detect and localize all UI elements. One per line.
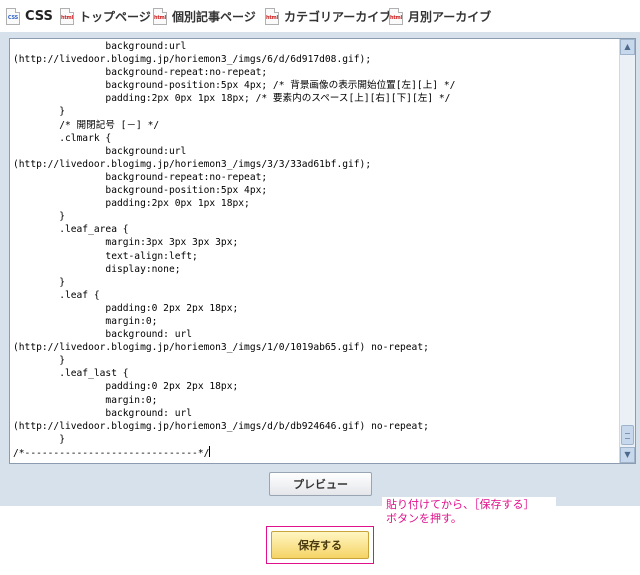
text-cursor: [209, 445, 211, 457]
code-line: background-repeat:no-repeat;: [13, 67, 268, 79]
html-file-icon: html: [389, 7, 403, 25]
tab-article-page[interactable]: html 個別記事ページ: [153, 6, 256, 26]
code-line: padding:2px 0px 1px 18px;: [13, 198, 250, 210]
instruction-line-2: ボタンを押す。: [386, 512, 462, 525]
code-line: (http://livedoor.blogimg.jp/horiemon3_/i…: [13, 54, 372, 66]
code-line: .leaf {: [13, 289, 100, 301]
tab-top-page-label: トップページ: [79, 9, 151, 24]
code-line: background:url: [13, 145, 187, 157]
editor-tab-bar: CSS CSS html トップページ html 個別記事ページ html カテ…: [0, 0, 640, 32]
editor-scrollbar[interactable]: ▲ ▼: [619, 39, 635, 463]
tab-category-archive-label: カテゴリアーカイブ: [284, 9, 392, 24]
code-line: .leaf_area {: [13, 224, 129, 236]
code-line: /* 開閉記号 [－] */: [13, 119, 160, 131]
code-line: margin:0;: [13, 394, 158, 406]
code-line: .leaf_last {: [13, 368, 129, 380]
tab-category-archive[interactable]: html カテゴリアーカイブ: [265, 6, 391, 26]
code-line: background: url: [13, 407, 193, 419]
scroll-down-button[interactable]: ▼: [620, 447, 635, 463]
code-line: (http://livedoor.blogimg.jp/horiemon3_/i…: [13, 342, 429, 354]
html-file-icon: html: [153, 7, 167, 25]
code-line: padding:0 2px 2px 18px;: [13, 302, 239, 314]
code-line: text-align:left;: [13, 250, 198, 262]
save-button-highlight: 保存する: [266, 526, 374, 564]
css-editor[interactable]: background:url (http://livedoor.blogimg.j…: [9, 38, 636, 464]
html-file-icon: html: [265, 7, 279, 25]
instruction-note: 貼り付けてから、［保存する］ ボタンを押す。: [382, 497, 556, 532]
code-line: background-position:5px 4px;: [13, 185, 268, 197]
code-line: background-position:5px 4px; /* 背景画像の表示開…: [13, 80, 456, 92]
code-line: margin:3px 3px 3px 3px;: [13, 237, 239, 249]
tab-css[interactable]: CSS CSS: [6, 6, 53, 26]
code-line: padding:2px 0px 1px 18px; /* 要素内のスペース[上]…: [13, 93, 451, 105]
tab-top-page[interactable]: html トップページ: [60, 6, 151, 26]
tab-monthly-archive[interactable]: html 月別アーカイブ: [389, 6, 491, 26]
tab-monthly-archive-label: 月別アーカイブ: [408, 9, 492, 24]
code-line: margin:0;: [13, 315, 158, 327]
save-button[interactable]: 保存する: [271, 531, 369, 559]
code-line: /*------------------------------*/: [13, 445, 211, 459]
code-line: }: [13, 355, 65, 367]
instruction-line-1: 貼り付けてから、［保存する］: [386, 498, 535, 511]
code-line: background:url: [13, 41, 187, 52]
code-line: }: [13, 106, 65, 118]
code-line: .clmark {: [13, 132, 112, 144]
scroll-up-button[interactable]: ▲: [620, 39, 635, 55]
arrow-down-icon: ▼: [624, 450, 631, 459]
scroll-thumb[interactable]: [621, 425, 634, 445]
code-line: display:none;: [13, 263, 181, 275]
css-file-icon: CSS: [6, 7, 20, 25]
code-line: background-repeat:no-repeat;: [13, 171, 268, 183]
code-line: }: [13, 211, 65, 223]
code-line: (http://livedoor.blogimg.jp/horiemon3_/i…: [13, 158, 372, 170]
editor-panel: background:url (http://livedoor.blogimg.j…: [0, 32, 640, 506]
tab-css-label: CSS: [25, 8, 53, 24]
code-line: (http://livedoor.blogimg.jp/horiemon3_/i…: [13, 420, 429, 432]
tab-article-page-label: 個別記事ページ: [172, 9, 256, 24]
code-line: background: url: [13, 329, 193, 341]
html-file-icon: html: [60, 7, 74, 25]
arrow-up-icon: ▲: [624, 42, 631, 51]
code-line: padding:0 2px 2px 18px;: [13, 381, 239, 393]
css-textarea[interactable]: background:url (http://livedoor.blogimg.j…: [10, 39, 620, 463]
code-line: }: [13, 433, 65, 445]
code-line: }: [13, 276, 65, 288]
preview-button[interactable]: プレビュー: [269, 472, 372, 496]
